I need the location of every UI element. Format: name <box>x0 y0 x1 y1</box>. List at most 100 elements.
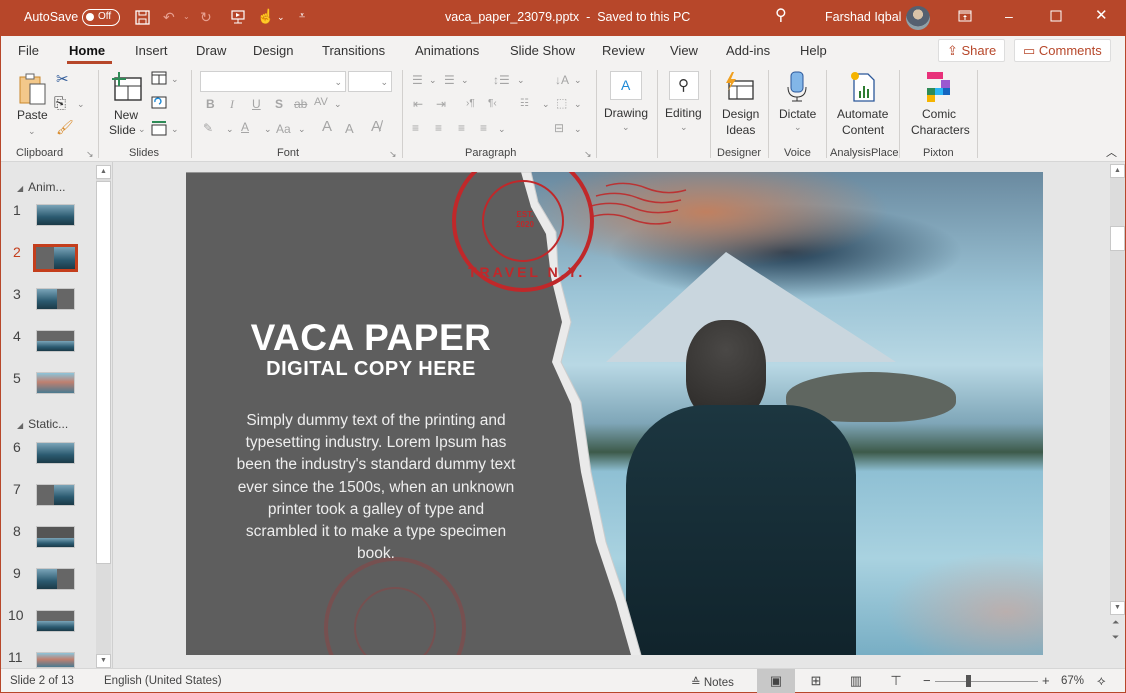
grow-font-button[interactable]: A <box>322 119 332 135</box>
format-painter-icon[interactable]: 🖌 <box>56 119 74 135</box>
justify-icon[interactable]: ≡ <box>480 120 487 136</box>
text-direction-dropdown-icon[interactable]: ⌄ <box>574 75 582 86</box>
language-indicator[interactable]: English (United States) <box>104 675 222 687</box>
align-text-dropdown-icon[interactable]: ⌄ <box>574 99 582 110</box>
slide-thumbnail[interactable] <box>36 568 75 590</box>
undo-icon[interactable]: ↶ <box>163 10 175 24</box>
section-header[interactable]: ◢ Anim... <box>17 180 66 194</box>
highlight-icon[interactable]: ✎ <box>203 120 213 136</box>
tab-file[interactable]: File <box>18 43 39 58</box>
layout-dropdown-icon[interactable]: ⌄ <box>171 74 179 85</box>
slide-thumbnail[interactable] <box>36 484 75 506</box>
section-icon[interactable] <box>151 120 167 140</box>
smartart-icon[interactable]: ⊟ <box>554 120 564 136</box>
zoom-slider[interactable] <box>935 681 1038 682</box>
user-name[interactable]: Farshad Iqbal <box>825 10 901 24</box>
thumbnail-scrollbar[interactable]: ▲ ▼ <box>96 165 111 668</box>
tab-draw[interactable]: Draw <box>196 43 226 58</box>
slide-sorter-icon[interactable]: ⊞ <box>797 669 835 693</box>
cut-icon[interactable]: ✂ <box>56 72 69 88</box>
font-color-dropdown-icon[interactable]: ⌄ <box>264 124 272 135</box>
slide-title[interactable]: VACA PAPER <box>186 317 556 359</box>
align-left-icon[interactable]: ≡ <box>412 120 419 136</box>
section-header[interactable]: ◢ Static... <box>17 417 68 431</box>
character-spacing-button[interactable]: AV <box>314 94 328 110</box>
slide-body-text[interactable]: Simply dummy text of the printing and ty… <box>236 410 516 565</box>
increase-indent-icon[interactable]: ⇥ <box>436 96 446 112</box>
numbering-icon[interactable]: ☰ <box>444 72 455 88</box>
scrollbar-thumb[interactable] <box>96 181 111 564</box>
rtl-icon[interactable]: ¶‹ <box>488 96 497 112</box>
reading-view-icon[interactable]: ▥ <box>837 669 875 693</box>
spacing-dropdown-icon[interactable]: ⌄ <box>334 99 342 110</box>
maximize-icon[interactable] <box>1050 10 1062 24</box>
scroll-down-button[interactable]: ▼ <box>1110 601 1125 615</box>
tab-help[interactable]: Help <box>800 43 827 58</box>
columns-dropdown-icon[interactable]: ⌄ <box>542 99 550 110</box>
close-icon[interactable]: ✕ <box>1095 8 1108 23</box>
copy-icon[interactable]: ⎘ <box>54 96 66 112</box>
share-button[interactable]: ⇪ Share <box>938 39 1006 62</box>
tab-review[interactable]: Review <box>602 43 645 58</box>
slide-thumbnail[interactable] <box>36 526 75 548</box>
tab-insert[interactable]: Insert <box>135 43 168 58</box>
align-right-icon[interactable]: ≡ <box>458 120 465 136</box>
minimize-icon[interactable]: – <box>1005 9 1013 23</box>
font-launcher-icon[interactable]: ↘ <box>389 149 397 160</box>
tab-slide-show[interactable]: Slide Show <box>510 43 575 58</box>
next-slide-icon[interactable]: ⏷ <box>1112 632 1119 643</box>
bullets-icon[interactable]: ☰ <box>412 72 423 88</box>
zoom-level[interactable]: 67% <box>1061 675 1084 687</box>
paragraph-launcher-icon[interactable]: ↘ <box>584 149 592 160</box>
touch-mode-icon[interactable]: ☝ <box>257 9 274 23</box>
tab-animations[interactable]: Animations <box>415 43 479 58</box>
slide-scrollbar[interactable]: ▲ ▼ <box>1110 164 1125 615</box>
line-spacing-dropdown-icon[interactable]: ⌄ <box>517 75 525 86</box>
scroll-up-button[interactable]: ▲ <box>1110 164 1125 178</box>
zoom-out-button[interactable]: − <box>923 673 931 688</box>
save-icon[interactable] <box>135 10 150 27</box>
customize-qat-icon[interactable]: ⩡ <box>299 9 305 23</box>
present-from-start-icon[interactable] <box>230 9 246 27</box>
align-center-icon[interactable]: ≡ <box>435 120 442 136</box>
shrink-font-button[interactable]: A <box>345 121 354 137</box>
tab-transitions[interactable]: Transitions <box>322 43 385 58</box>
reset-slide-icon[interactable] <box>151 95 167 113</box>
slide-thumbnail[interactable] <box>36 442 75 464</box>
bold-button[interactable]: B <box>206 96 215 112</box>
zoom-in-button[interactable]: + <box>1042 673 1050 688</box>
fit-to-window-icon[interactable]: ⟡ <box>1097 673 1106 689</box>
touch-dropdown-icon[interactable]: ⌄ <box>277 10 285 24</box>
tab-add-ins[interactable]: Add-ins <box>726 43 770 58</box>
collapse-ribbon-icon[interactable]: ︿ <box>1106 145 1117 161</box>
section-dropdown-icon[interactable]: ⌄ <box>171 124 179 135</box>
highlight-dropdown-icon[interactable]: ⌄ <box>226 124 234 135</box>
ribbon-display-options-icon[interactable] <box>958 10 972 24</box>
font-size-select[interactable]: ⌄ <box>348 71 392 92</box>
case-dropdown-icon[interactable]: ⌄ <box>298 124 306 135</box>
text-direction-icon[interactable]: ↓A <box>555 72 569 88</box>
columns-icon[interactable]: ☷ <box>520 96 529 112</box>
justify-dropdown-icon[interactable]: ⌄ <box>498 124 506 135</box>
tab-home[interactable]: Home <box>69 43 105 58</box>
previous-slide-icon[interactable]: ⏶ <box>1112 617 1119 628</box>
avatar[interactable] <box>906 6 930 30</box>
underline-button[interactable]: U <box>252 96 261 112</box>
slide-canvas[interactable]: STAMPS EST.2020 TRAVEL N.Y. VACA PAPER D… <box>186 172 1043 655</box>
text-shadow-button[interactable]: S <box>275 96 283 112</box>
copy-dropdown-icon[interactable]: ⌄ <box>77 99 85 110</box>
slide-thumbnail-selected[interactable] <box>33 244 78 272</box>
bullets-dropdown-icon[interactable]: ⌄ <box>429 75 437 86</box>
tab-design[interactable]: Design <box>253 43 293 58</box>
slide-thumbnail[interactable] <box>36 372 75 394</box>
slide-thumbnail[interactable] <box>36 652 75 668</box>
pane-divider[interactable] <box>112 162 113 668</box>
tab-view[interactable]: View <box>670 43 698 58</box>
font-name-select[interactable]: ⌄ <box>200 71 346 92</box>
slide-show-icon[interactable]: ⊤ <box>877 669 915 693</box>
slide-thumbnail[interactable] <box>36 330 75 352</box>
italic-button[interactable]: I <box>230 96 234 112</box>
font-color-icon[interactable]: A <box>241 119 249 135</box>
search-icon[interactable]: ⚲ <box>775 8 787 24</box>
ltr-icon[interactable]: ›¶ <box>466 96 475 112</box>
